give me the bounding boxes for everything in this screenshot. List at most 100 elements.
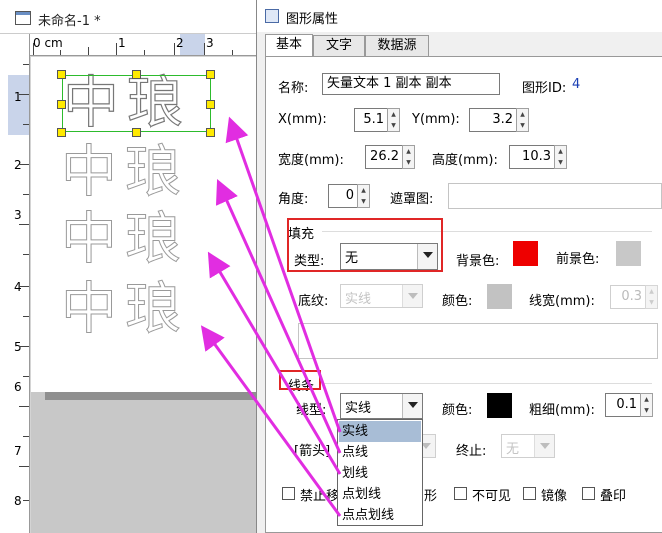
width-label: 宽度(mm): xyxy=(278,153,344,168)
line-type-dropdown[interactable]: 实线 xyxy=(340,393,423,419)
mirror-checkbox[interactable] xyxy=(523,487,536,500)
name-field[interactable]: 矢量文本 1 副本 副本 xyxy=(322,73,500,95)
x-label: X(mm): xyxy=(278,112,327,127)
thickness-label: 粗细(mm): xyxy=(529,403,595,418)
angle-spin-buttons[interactable]: ▲ ▼ xyxy=(357,184,370,208)
chevron-down-icon[interactable] xyxy=(402,394,422,418)
tab-basic[interactable]: 基本 xyxy=(265,34,313,58)
ruler-label: 7 xyxy=(14,444,22,458)
chevron-down-icon[interactable] xyxy=(534,435,554,457)
mirror-label: 镜像 xyxy=(541,489,568,504)
line-color-swatch[interactable] xyxy=(487,393,512,418)
shape-label-partial: 形 xyxy=(424,489,438,504)
fg-color-label: 前景色: xyxy=(556,252,600,267)
vector-text-object[interactable]: 中琅 xyxy=(61,144,189,201)
resize-handle[interactable] xyxy=(57,70,66,79)
ruler-label: 6 xyxy=(14,380,22,394)
line-type-option-dash-dot[interactable]: 点划线 xyxy=(339,484,421,505)
dialog-title: 图形属性 xyxy=(286,12,339,27)
thickness-spin-buttons[interactable]: ▲ ▼ xyxy=(640,393,653,417)
height-spin-buttons[interactable]: ▲ ▼ xyxy=(554,145,567,169)
line-width-label: 线宽(mm): xyxy=(529,294,595,309)
arrow-end-dropdown[interactable]: 无 xyxy=(501,434,555,458)
invisible-checkbox[interactable] xyxy=(454,487,467,500)
ruler-label: 3 xyxy=(206,36,214,50)
tab-text[interactable]: 文字 xyxy=(313,35,365,57)
name-label: 名称: xyxy=(278,81,309,96)
ruler-selection-highlight xyxy=(180,34,205,55)
angle-value[interactable]: 0 xyxy=(328,184,358,208)
resize-handle[interactable] xyxy=(206,70,215,79)
paper-shadow xyxy=(45,392,258,400)
resize-handle[interactable] xyxy=(206,128,215,137)
dialog-icon xyxy=(265,9,279,23)
line-type-options-list[interactable]: 实线 点线 划线 点划线 点点划线 xyxy=(337,419,423,526)
resize-handle[interactable] xyxy=(57,100,66,109)
ruler-label: 3 xyxy=(14,208,22,222)
ruler-selection-highlight xyxy=(8,75,29,135)
ruler-label: 0 cm xyxy=(33,36,63,50)
arrow-end-label: 终止: xyxy=(456,444,487,459)
overprint-label: 叠印 xyxy=(600,489,627,504)
ruler-label: 1 xyxy=(118,36,126,50)
tab-panel-basic: 名称: 矢量文本 1 副本 副本 图形ID: 4 X(mm): 5.1 ▲ ▼ Y… xyxy=(265,56,662,533)
mask-field[interactable] xyxy=(448,183,662,209)
fg-color-swatch[interactable] xyxy=(616,241,641,266)
document-window: 未命名-1 * 0 cm 1 2 3 1 2 3 4 5 6 7 8 中琅 中琅… xyxy=(0,0,258,533)
vertical-ruler: 1 2 3 4 5 6 7 8 xyxy=(0,34,30,533)
x-value[interactable]: 5.1 xyxy=(354,108,388,132)
dialog-titlebar[interactable]: 图形属性 xyxy=(257,0,662,32)
ruler-label: 8 xyxy=(14,494,22,508)
line-type-option-dashed[interactable]: 划线 xyxy=(339,463,421,484)
y-value[interactable]: 3.2 xyxy=(469,108,517,132)
arrow-end-value: 无 xyxy=(506,442,520,457)
x-spin-buttons[interactable]: ▲ ▼ xyxy=(387,108,400,132)
document-title: 未命名-1 * xyxy=(38,14,101,29)
y-spin-buttons[interactable]: ▲ ▼ xyxy=(516,108,529,132)
id-label: 图形ID: xyxy=(522,81,567,96)
selection-box xyxy=(62,75,211,132)
mask-label: 遮罩图: xyxy=(390,192,434,207)
tab-datasource[interactable]: 数据源 xyxy=(365,35,429,57)
angle-label: 角度: xyxy=(278,192,309,207)
width-value[interactable]: 26.2 xyxy=(365,145,403,169)
id-value: 4 xyxy=(572,77,581,92)
line-width-spin-buttons[interactable]: ▲ ▼ xyxy=(645,285,658,309)
pattern-label: 底纹: xyxy=(298,294,329,309)
line-type-value: 实线 xyxy=(345,401,372,416)
no-move-label: 禁止移 xyxy=(300,489,340,504)
invisible-label: 不可见 xyxy=(472,489,512,504)
height-value[interactable]: 10.3 xyxy=(509,145,555,169)
vector-text-object[interactable]: 中琅 xyxy=(61,281,189,338)
chevron-down-icon[interactable] xyxy=(402,285,422,307)
document-tab[interactable]: 未命名-1 * xyxy=(0,0,258,34)
resize-handle[interactable] xyxy=(206,100,215,109)
resize-handle[interactable] xyxy=(57,128,66,137)
y-label: Y(mm): xyxy=(412,112,460,127)
pattern-color-swatch[interactable] xyxy=(487,284,512,309)
label-paper[interactable]: 中琅 中琅 中琅 中琅 xyxy=(31,57,258,392)
line-type-option-solid[interactable]: 实线 xyxy=(339,421,421,442)
horizontal-ruler: 0 cm 1 2 3 xyxy=(30,34,258,56)
line-type-option-dotted[interactable]: 点线 xyxy=(339,442,421,463)
ruler-label: 4 xyxy=(14,280,22,294)
document-icon xyxy=(15,11,31,25)
resize-handle[interactable] xyxy=(132,128,141,137)
pattern-value: 实线 xyxy=(345,292,372,307)
line-color-label: 颜色: xyxy=(442,403,473,418)
line-type-option-dash-dot-dot[interactable]: 点点划线 xyxy=(339,505,421,526)
fill-preview-area xyxy=(298,323,658,359)
line-type-label: 线型: xyxy=(296,403,327,418)
no-move-checkbox[interactable] xyxy=(282,487,295,500)
design-canvas[interactable]: 中琅 中琅 中琅 中琅 xyxy=(31,57,258,533)
width-spin-buttons[interactable]: ▲ ▼ xyxy=(402,145,415,169)
overprint-checkbox[interactable] xyxy=(582,487,595,500)
thickness-value[interactable]: 0.1 xyxy=(605,393,641,417)
bg-color-swatch[interactable] xyxy=(513,241,538,266)
bg-color-label: 背景色: xyxy=(456,254,500,269)
line-width-value[interactable]: 0.3 xyxy=(610,285,646,309)
vector-text-object[interactable]: 中琅 xyxy=(61,211,189,268)
pattern-dropdown[interactable]: 实线 xyxy=(340,284,423,308)
ruler-label: 2 xyxy=(14,158,22,172)
resize-handle[interactable] xyxy=(132,70,141,79)
